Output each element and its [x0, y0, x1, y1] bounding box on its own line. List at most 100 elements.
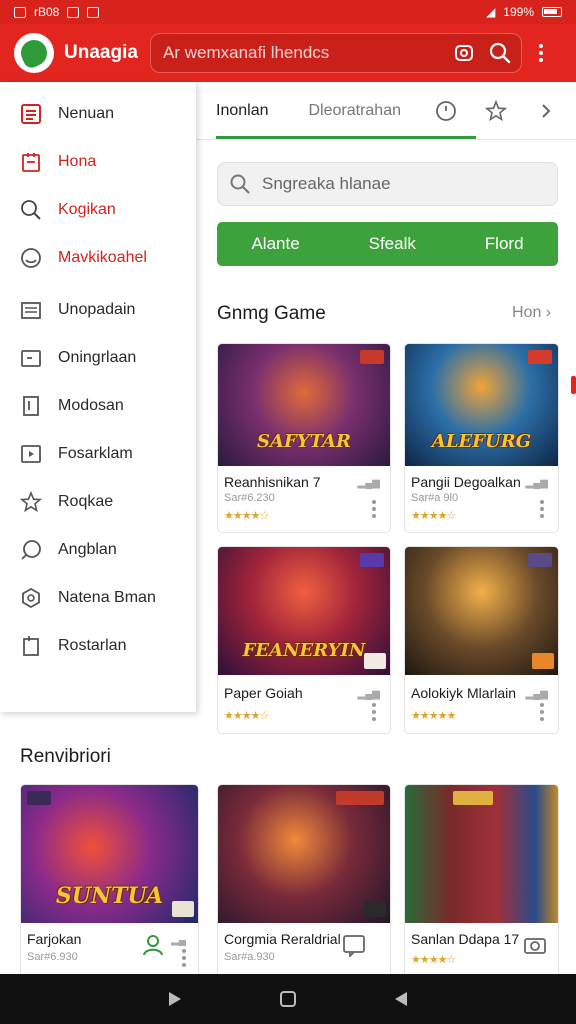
game-title: Aolokiyk Mlarlain [411, 685, 517, 701]
game-title: Corgmia Reraldrial [224, 931, 341, 947]
tab-inonlan[interactable]: Inonlan [196, 102, 289, 120]
top-search-placeholder: Ar wemxanafi lhendcs [163, 43, 330, 62]
game-card[interactable]: Sanlan Ddapa 17 ★★★★☆ [404, 784, 559, 974]
star-icon[interactable] [484, 99, 508, 122]
section-title-recommended: Renvibriori [20, 746, 111, 767]
chat-box-icon[interactable] [342, 933, 366, 959]
drawer-item-modosan[interactable]: Modosan [0, 382, 196, 430]
star-rating: ★★★★★ [411, 710, 456, 722]
hexagon-icon [22, 587, 40, 609]
filter-sfealk[interactable]: Sfealk [369, 234, 416, 254]
thumbnail-logo-text: ALEFURG [431, 431, 532, 452]
game-meta: Sar#a.930 [224, 951, 275, 963]
signal-icon: ▂▄▆ [525, 478, 548, 489]
play-box-icon [21, 445, 41, 463]
game-thumbnail [218, 785, 390, 923]
drawer-item-kogikan[interactable]: Kogikan [0, 186, 196, 234]
scroll-indicator[interactable] [571, 376, 576, 394]
active-tab-indicator [216, 136, 476, 139]
game-card[interactable]: FEANERYIN Paper Goiah ★★★★☆ ▂▄▆ [217, 546, 391, 734]
drawer-item-label: Roqkae [58, 493, 114, 510]
chat-icon [21, 540, 41, 560]
game-card[interactable]: ALEFURG Pangii Degoalkan Sar#a 9l0 ★★★★☆… [404, 343, 559, 533]
drawer-item-mavkikoahel[interactable]: Mavkikoahel [0, 234, 196, 282]
card-menu-icon[interactable] [372, 500, 376, 518]
card-menu-icon[interactable] [540, 500, 544, 518]
game-thumbnail: SUNTUA [21, 785, 198, 923]
drawer-item-oningrlaan[interactable]: Oningrlaan [0, 334, 196, 382]
side-drawer: Nenuan Hona Kogikan Mavkikoahel Unopadai… [0, 82, 196, 712]
person-icon[interactable] [141, 933, 165, 957]
drawer-item-roqkae[interactable]: Roqkae [0, 478, 196, 526]
search-icon[interactable] [489, 42, 511, 64]
game-title: Paper Goiah [224, 685, 303, 701]
camera-icon[interactable] [523, 933, 547, 957]
drawer-item-label: Fosarklam [58, 445, 133, 462]
search-icon [21, 200, 41, 220]
drawer-item-hona[interactable]: Hona [0, 138, 196, 186]
game-meta: Sar#6.230 [224, 492, 275, 504]
photo-icon [14, 6, 26, 18]
system-nav-bar [0, 974, 576, 1024]
star-rating: ★★★★☆ [411, 954, 456, 966]
face-icon [21, 248, 41, 268]
drawer-item-label: Mavkikoahel [58, 249, 147, 266]
overflow-menu-icon[interactable] [536, 44, 546, 62]
page-icon [23, 636, 39, 656]
signal-icon: ▂▄▆ [525, 689, 548, 700]
game-title: Reanhisnikan 7 [224, 474, 321, 490]
minus-box-icon [21, 350, 41, 367]
game-thumbnail: FEANERYIN [218, 547, 390, 675]
clock-icon[interactable] [435, 100, 457, 122]
camera-icon[interactable] [453, 42, 475, 64]
game-thumbnail [405, 547, 558, 675]
drawer-item-label: Rostarlan [58, 637, 127, 654]
game-thumbnail [405, 785, 558, 923]
drawer-item-nenuan[interactable]: Nenuan [0, 90, 196, 138]
recent-apps-icon[interactable] [169, 992, 182, 1006]
drawer-item-label: Oningrlaan [58, 349, 137, 366]
status-left-text: rB08 [34, 5, 60, 19]
filter-flord[interactable]: Flord [485, 234, 524, 254]
section-title-games: Gnmg Game [217, 303, 326, 324]
drawer-item-label: Natena Bman [58, 589, 156, 606]
home-button-icon[interactable] [279, 991, 296, 1007]
signal-icon: ▂▄ [171, 935, 186, 946]
star-rating: ★★★★☆ [224, 510, 269, 522]
card-menu-icon[interactable] [540, 703, 544, 721]
top-search-bar[interactable]: Ar wemxanafi lhendcs [150, 33, 522, 73]
card-menu-icon[interactable] [372, 703, 376, 721]
bookmark-icon [23, 396, 39, 416]
card-menu-icon[interactable] [182, 949, 186, 967]
drawer-item-angblan[interactable]: Angblan [0, 526, 196, 574]
game-title: Sanlan Ddapa 17 [411, 931, 520, 947]
drawer-item-rostarlan[interactable]: Rostarlan [0, 622, 196, 670]
game-card[interactable]: Aolokiyk Mlarlain ★★★★★ ▂▄▆ [404, 546, 559, 734]
drawer-item-natena-bman[interactable]: Natena Bman [0, 574, 196, 622]
game-card[interactable]: SUNTUA Farjokan Sar#6.930 ▂▄ [20, 784, 199, 974]
chevron-right-icon[interactable] [535, 100, 557, 122]
filter-bar: Alante Sfealk Flord [217, 222, 558, 266]
content-search-input[interactable]: Sngreaka hlanae [217, 162, 558, 206]
game-meta: Sar#6.930 [27, 951, 78, 963]
section-more-link[interactable]: Hon › [512, 304, 551, 322]
game-card[interactable]: Corgmia Reraldrial Sar#a.930 [217, 784, 391, 974]
list-icon [21, 104, 41, 124]
mail-icon [67, 6, 80, 18]
star-icon [20, 491, 42, 513]
battery-text: 199% [503, 5, 534, 19]
game-title: Farjokan [27, 931, 82, 947]
drawer-item-fosarklam[interactable]: Fosarklam [0, 430, 196, 478]
drawer-item-unopadain[interactable]: Unopadain [0, 286, 196, 334]
drawer-item-label: Unopadain [58, 301, 136, 318]
app-bar: Unaagia Ar wemxanafi lhendcs [0, 24, 576, 82]
star-rating: ★★★★☆ [224, 710, 269, 722]
home-small-icon [87, 6, 100, 18]
filter-alante[interactable]: Alante [251, 234, 299, 254]
star-rating: ★★★★☆ [411, 510, 456, 522]
drawer-item-label: Kogikan [58, 201, 116, 218]
game-card[interactable]: SAFYTAR Reanhisnikan 7 Sar#6.230 ★★★★☆ ▂… [217, 343, 391, 533]
tab-dleoratrahan[interactable]: Dleoratrahan [289, 102, 422, 120]
app-logo[interactable] [14, 33, 54, 73]
back-icon[interactable] [394, 992, 407, 1006]
